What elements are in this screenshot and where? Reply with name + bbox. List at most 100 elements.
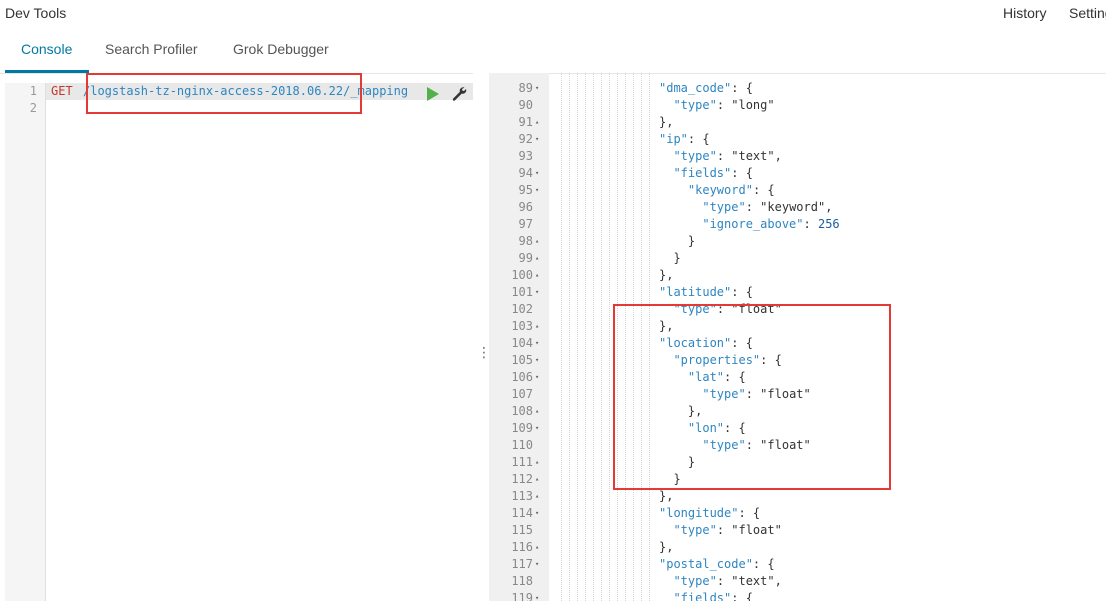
response-line: 101 ▾ "latitude": {	[489, 284, 1106, 301]
line-number: 102	[511, 302, 533, 316]
line-number: 108	[511, 404, 533, 418]
line-number: 113	[511, 489, 533, 503]
response-text: },	[659, 115, 674, 129]
response-text: "dma_code": {	[659, 81, 753, 95]
fold-open-icon[interactable]: ▾	[535, 182, 543, 199]
line-number: 2	[29, 101, 37, 115]
line-number: 110	[511, 438, 533, 452]
response-line: 113 ▴},	[489, 488, 1106, 505]
line-number: 96	[518, 200, 533, 214]
history-link[interactable]: History	[1003, 5, 1047, 21]
request-method: GET	[51, 84, 73, 98]
fold-close-icon[interactable]: ▴	[535, 267, 543, 284]
fold-open-icon[interactable]: ▾	[535, 420, 543, 437]
fold-close-icon[interactable]: ▴	[535, 403, 543, 420]
line-number: 116	[511, 540, 533, 554]
response-text: "keyword": {	[687, 183, 775, 197]
response-line: 95 ▾ "keyword": {	[489, 182, 1106, 199]
response-line: 97 "ignore_above": 256	[489, 216, 1106, 233]
response-line: 89 ▾ "dma_code": {	[489, 80, 1106, 97]
fold-open-icon[interactable]: ▾	[535, 165, 543, 182]
line-number: 115	[511, 523, 533, 537]
response-line: 91 ▴},	[489, 114, 1106, 131]
fold-close-icon[interactable]: ▴	[535, 471, 543, 488]
response-line: 94 ▾ "fields": {	[489, 165, 1106, 182]
line-number: 90	[518, 98, 533, 112]
fold-close-icon[interactable]: ▴	[535, 233, 543, 250]
fold-open-icon[interactable]: ▾	[535, 556, 543, 573]
response-text: "ip": {	[659, 132, 710, 146]
response-text: }	[659, 234, 696, 248]
response-text: "type": "text",	[673, 149, 782, 163]
fold-close-icon[interactable]: ▴	[535, 454, 543, 471]
response-text: "type": "float"	[673, 523, 782, 537]
line-number: 1	[29, 84, 37, 98]
location-highlight-box	[613, 304, 891, 490]
response-line: 90 "type": "long"	[489, 97, 1106, 114]
vertical-dots-icon: ⋮	[477, 344, 491, 360]
fold-close-icon[interactable]: ▴	[535, 250, 543, 267]
play-icon[interactable]	[427, 87, 439, 101]
settings-link[interactable]: Settings	[1069, 5, 1106, 21]
line-number: 101	[511, 285, 533, 299]
fold-open-icon[interactable]: ▾	[535, 80, 543, 97]
line-number: 103	[511, 319, 533, 333]
fold-open-icon[interactable]: ▾	[535, 352, 543, 369]
fold-open-icon[interactable]: ▾	[535, 369, 543, 386]
tab-bar: Console Search Profiler Grok Debugger	[0, 30, 1106, 74]
app-title: Dev Tools	[5, 5, 67, 21]
request-editor[interactable]: 1 2 GET /logstash-tz-nginx-access-2018.0…	[5, 83, 473, 601]
fold-close-icon[interactable]: ▴	[535, 318, 543, 335]
line-number: 106	[511, 370, 533, 384]
line-number: 119	[511, 591, 533, 601]
line-number: 99	[518, 251, 533, 265]
response-line: 100 ▴},	[489, 267, 1106, 284]
fold-open-icon[interactable]: ▾	[535, 284, 543, 301]
response-line: 98 ▴ }	[489, 233, 1106, 250]
line-number: 114	[511, 506, 533, 520]
fold-open-icon[interactable]: ▾	[535, 131, 543, 148]
fold-close-icon[interactable]: ▴	[535, 488, 543, 505]
response-text: "fields": {	[673, 166, 753, 180]
fold-open-icon[interactable]: ▾	[535, 505, 543, 522]
line-number: 92	[518, 132, 533, 146]
response-text: "type": "long"	[673, 98, 775, 112]
response-text: "ignore_above": 256	[702, 217, 840, 231]
line-number: 107	[511, 387, 533, 401]
line-number: 95	[518, 183, 533, 197]
response-text: "type": "text",	[673, 574, 782, 588]
response-text: "type": "keyword",	[702, 200, 833, 214]
response-line: 93 "type": "text",	[489, 148, 1106, 165]
request-highlight-box	[86, 73, 362, 114]
tab-grok-debugger[interactable]: Grok Debugger	[233, 41, 329, 57]
line-number: 98	[518, 234, 533, 248]
response-line: 92 ▾ "ip": {	[489, 131, 1106, 148]
tab-search-profiler[interactable]: Search Profiler	[105, 41, 198, 57]
response-text: "latitude": {	[659, 285, 753, 299]
response-line: 119 ▾ "fields": {	[489, 590, 1106, 601]
response-text: "postal_code": {	[659, 557, 775, 571]
line-number: 91	[518, 115, 533, 129]
line-number: 117	[511, 557, 533, 571]
response-text: }	[659, 251, 681, 265]
line-number: 104	[511, 336, 533, 350]
request-gutter: 1 2	[5, 83, 46, 601]
line-number: 111	[511, 455, 533, 469]
response-text: },	[659, 540, 674, 554]
fold-open-icon[interactable]: ▾	[535, 590, 543, 601]
response-line: 99 ▴ }	[489, 250, 1106, 267]
response-text: "longitude": {	[659, 506, 761, 520]
line-number: 89	[518, 81, 533, 95]
line-number: 118	[511, 574, 533, 588]
line-number: 94	[518, 166, 533, 180]
top-bar: Dev Tools History Settings	[0, 0, 1106, 28]
line-number: 112	[511, 472, 533, 486]
line-number: 109	[511, 421, 533, 435]
tab-console[interactable]: Console	[21, 41, 72, 57]
fold-close-icon[interactable]: ▴	[535, 539, 543, 556]
wrench-icon[interactable]	[451, 86, 467, 102]
fold-close-icon[interactable]: ▴	[535, 114, 543, 131]
response-line: 118 "type": "text",	[489, 573, 1106, 590]
fold-open-icon[interactable]: ▾	[535, 335, 543, 352]
panel-resizer[interactable]: ⋮	[473, 73, 491, 601]
